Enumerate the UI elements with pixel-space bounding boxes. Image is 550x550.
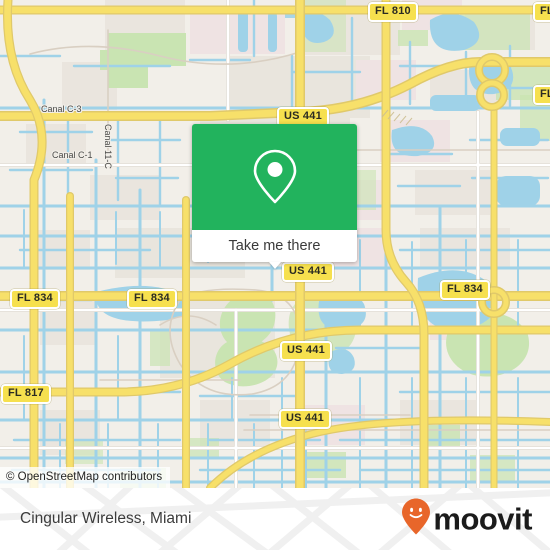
road-shield: US 441 xyxy=(282,262,334,282)
road-shield: FL 834 xyxy=(440,280,490,300)
road-shield: FL 817 xyxy=(1,384,51,404)
map-pin-icon xyxy=(252,148,298,206)
road-shield: FL 810 xyxy=(368,2,418,22)
place-callout-card[interactable]: Take me there xyxy=(192,124,357,269)
road-shield: FL 834 xyxy=(10,289,60,309)
water-label: Canal C-1 xyxy=(52,150,93,160)
road-shield: US 441 xyxy=(280,341,332,361)
road-shield: US 441 xyxy=(279,409,331,429)
road-shield: FL 8 xyxy=(533,85,550,105)
moovit-wordmark: moovit xyxy=(433,501,532,537)
place-title: Cingular Wireless, Miami xyxy=(20,510,192,527)
map-viewport[interactable]: .w { stroke:#9fd2e8; fill:none; stroke-l… xyxy=(0,0,550,488)
take-me-there-label: Take me there xyxy=(228,238,321,254)
moovit-logo[interactable]: moovit xyxy=(401,498,532,541)
osm-attribution[interactable]: © OpenStreetMap contributors xyxy=(0,467,171,488)
road-shield: FL 834 xyxy=(127,289,177,309)
moovit-map-screenshot: .w { stroke:#9fd2e8; fill:none; stroke-l… xyxy=(0,0,550,550)
take-me-there-button[interactable]: Take me there xyxy=(192,230,357,269)
callout-tail xyxy=(268,262,281,269)
water-label: Canal 11-C xyxy=(103,124,113,169)
footer-bar: Cingular Wireless, Miami moovit xyxy=(0,488,550,550)
card-pin-panel xyxy=(192,124,357,230)
moovit-smiley-pin-icon xyxy=(401,498,431,541)
water-label: Canal C-3 xyxy=(41,104,82,114)
road-shield: FL 8 xyxy=(533,2,550,22)
